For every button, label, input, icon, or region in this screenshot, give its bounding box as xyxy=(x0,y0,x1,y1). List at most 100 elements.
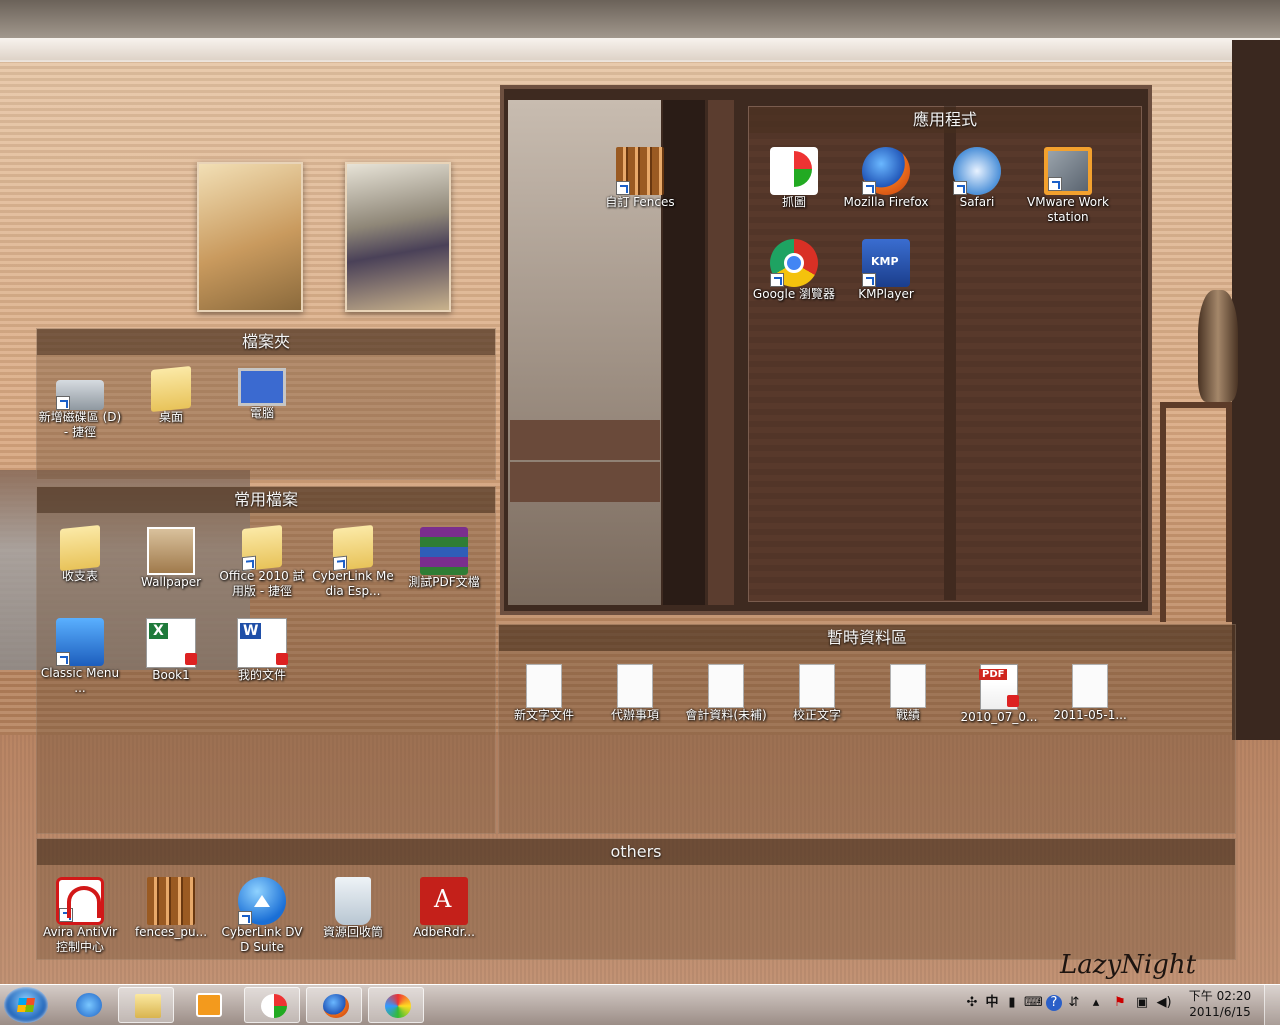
fence-others[interactable]: others xyxy=(36,838,1236,960)
desktop-icon-doc-2011[interactable]: 2011-05-1... xyxy=(1046,664,1134,723)
ime-icon[interactable]: ✣ xyxy=(964,995,980,1011)
wallpaper-signature: LazyNight xyxy=(1060,950,1197,980)
desktop-icon-book1[interactable]: Book1 xyxy=(127,618,215,683)
folder-icon xyxy=(60,524,100,572)
taskbar-clock[interactable]: 下午 02:20 2011/6/15 xyxy=(1188,988,1252,1020)
fence-title[interactable]: others xyxy=(37,839,1235,865)
show-hidden-icon[interactable]: ▴ xyxy=(1088,995,1104,1011)
desktop-icon-label: Mozilla Firefox xyxy=(843,195,929,209)
desktop-icon-chrome[interactable]: Google 瀏覽器 xyxy=(750,239,838,302)
recycle-bin-icon xyxy=(335,877,371,925)
desktop-icon-accounting[interactable]: 會計資料(未補) xyxy=(682,664,770,723)
desktop-icon-drive-d[interactable]: 新增磁碟區 (D) - 捷徑 xyxy=(36,368,124,440)
fence-title[interactable]: 常用檔案 xyxy=(37,487,495,513)
desktop-icon-label: 收支表 xyxy=(61,569,98,583)
desktop-icon-label: 電腦 xyxy=(249,406,274,420)
windows-logo-icon xyxy=(17,998,35,1012)
desktop-icon-label: CyberLink DVD Suite xyxy=(221,925,303,954)
shortcut-arrow-icon xyxy=(862,181,876,195)
desktop-icon-vmware[interactable]: VMware Workstation xyxy=(1024,147,1112,225)
show-desktop-button[interactable] xyxy=(1264,985,1280,1025)
desktop-icon-label: 2010_07_0... xyxy=(960,710,1038,724)
desktop-icon-pdf-2010[interactable]: 2010_07_0... xyxy=(955,664,1043,725)
acrobat-icon xyxy=(420,877,468,925)
safari-icon xyxy=(953,147,1001,195)
media-player-icon xyxy=(196,993,222,1017)
desktop-icon-wallpaper[interactable]: Wallpaper xyxy=(127,527,215,590)
keyboard-icon[interactable]: ⌨ xyxy=(1024,995,1043,1011)
desktop-icon-label: 會計資料(未補) xyxy=(685,708,767,722)
vmware-icon xyxy=(1044,147,1092,195)
desktop-icon-firefox[interactable]: Mozilla Firefox xyxy=(842,147,930,210)
network-icon[interactable]: ▣ xyxy=(1134,995,1150,1011)
desktop-icon-label: fences_pu... xyxy=(134,925,208,939)
fence-title[interactable]: 檔案夾 xyxy=(37,329,495,355)
chrome-icon xyxy=(770,239,818,287)
desktop-icon-label: Safari xyxy=(959,195,995,209)
desktop-icon-office-2010[interactable]: Office 2010 試用版 - 捷徑 xyxy=(218,524,306,599)
desktop-icon-computer[interactable]: 電腦 xyxy=(218,368,306,421)
desktop-icon-kmplayer[interactable]: KMPlayer xyxy=(842,239,930,302)
document-icon xyxy=(1072,664,1108,708)
desktop-icon-desktop-folder[interactable]: 桌面 xyxy=(127,365,215,425)
desktop-icon-fences-installer[interactable]: fences_pu... xyxy=(127,877,215,940)
arrows-icon[interactable]: ⇵ xyxy=(1066,995,1082,1011)
ime-mode-indicator[interactable]: 中 xyxy=(984,995,1000,1011)
desktop-icon-label: Google 瀏覽器 xyxy=(752,287,836,301)
help-icon[interactable]: ? xyxy=(1046,995,1062,1011)
desktop-icon-custom-fences[interactable]: 自訂 Fences xyxy=(596,147,684,210)
taskbar-button-screen-capture[interactable] xyxy=(244,987,300,1023)
desktop-icon-adobe-reader[interactable]: AdbeRdr... xyxy=(400,877,488,940)
desktop-icon-recycle-bin[interactable]: 資源回收筒 xyxy=(309,877,397,940)
text-file-icon xyxy=(708,664,744,708)
flag-icon[interactable]: ⚑ xyxy=(1112,995,1128,1011)
winrar-icon xyxy=(420,527,468,575)
classic-menu-icon xyxy=(56,618,104,666)
folder-icon xyxy=(242,524,282,572)
paint-icon xyxy=(385,994,411,1018)
desktop-icon-todo[interactable]: 代辦事項 xyxy=(591,664,679,723)
volume-icon[interactable]: ◀) xyxy=(1156,995,1172,1011)
fence-title[interactable]: 暫時資料區 xyxy=(499,625,1235,651)
wallpaper-vase xyxy=(1198,290,1238,402)
fullwidth-icon[interactable]: ▮ xyxy=(1004,995,1020,1011)
taskbar-button-internet-explorer[interactable] xyxy=(60,987,116,1023)
wallpaper-drawer xyxy=(510,462,660,502)
desktop-icon-label: 抓圖 xyxy=(781,195,806,209)
start-button[interactable] xyxy=(4,987,48,1023)
desktop-icon-label: 新文字文件 xyxy=(513,708,574,722)
wallpaper-wardrobe-door xyxy=(708,100,734,605)
desktop-icon-expense-sheet[interactable]: 收支表 xyxy=(36,524,124,584)
desktop-icon-label: 測試PDF文檔 xyxy=(408,575,480,589)
fence-title[interactable]: 應用程式 xyxy=(749,107,1141,133)
desktop-icon-my-documents[interactable]: 我的文件 xyxy=(218,618,306,683)
desktop-icon-proofread[interactable]: 校正文字 xyxy=(773,664,861,723)
shortcut-arrow-icon xyxy=(616,181,630,195)
taskbar-button-windows-explorer[interactable] xyxy=(118,987,174,1023)
desktop-icon-safari[interactable]: Safari xyxy=(933,147,1021,210)
desktop-icon-screen-capture[interactable]: 抓圖 xyxy=(750,147,838,210)
desktop-icon-classic-menu[interactable]: Classic Menu ... xyxy=(36,618,124,696)
taskbar-button-media-player[interactable] xyxy=(180,987,236,1023)
desktop-icon-new-text[interactable]: 新文字文件 xyxy=(500,664,588,723)
desktop-icon-test-pdf[interactable]: 測試PDF文檔 xyxy=(400,527,488,590)
taskbar: ✣ 中 ▮ ⌨ ? ⇵ ▴ ⚑ ▣ ◀) 下午 02:20 2011/6/15 xyxy=(0,984,1280,1025)
shortcut-arrow-icon xyxy=(862,273,876,287)
kmplayer-icon xyxy=(862,239,910,287)
desktop-icon-avira[interactable]: Avira AntiVir 控制中心 xyxy=(36,877,124,955)
desktop-icon-label: CyberLink Media Esp... xyxy=(312,569,394,598)
desktop-icon-cyberlink-media[interactable]: CyberLink Media Esp... xyxy=(309,524,397,599)
pdf-icon xyxy=(979,664,1019,710)
desktop-icon-label: AdbeRdr... xyxy=(413,925,475,939)
windows-explorer-icon xyxy=(135,994,161,1018)
taskbar-button-paint[interactable] xyxy=(368,987,424,1023)
taskbar-button-firefox[interactable] xyxy=(306,987,362,1023)
desktop-icon-cyberlink-dvd[interactable]: CyberLink DVD Suite xyxy=(218,877,306,955)
text-file-icon xyxy=(799,664,835,708)
desktop-icon-record[interactable]: 戰績 xyxy=(864,664,952,723)
fence-temporary-data[interactable]: 暫時資料區 xyxy=(498,624,1236,834)
desktop-icon-label: 校正文字 xyxy=(792,708,841,722)
word-icon xyxy=(237,618,288,668)
screen-capture-icon xyxy=(261,994,287,1018)
wallpaper-drawer xyxy=(510,420,660,460)
